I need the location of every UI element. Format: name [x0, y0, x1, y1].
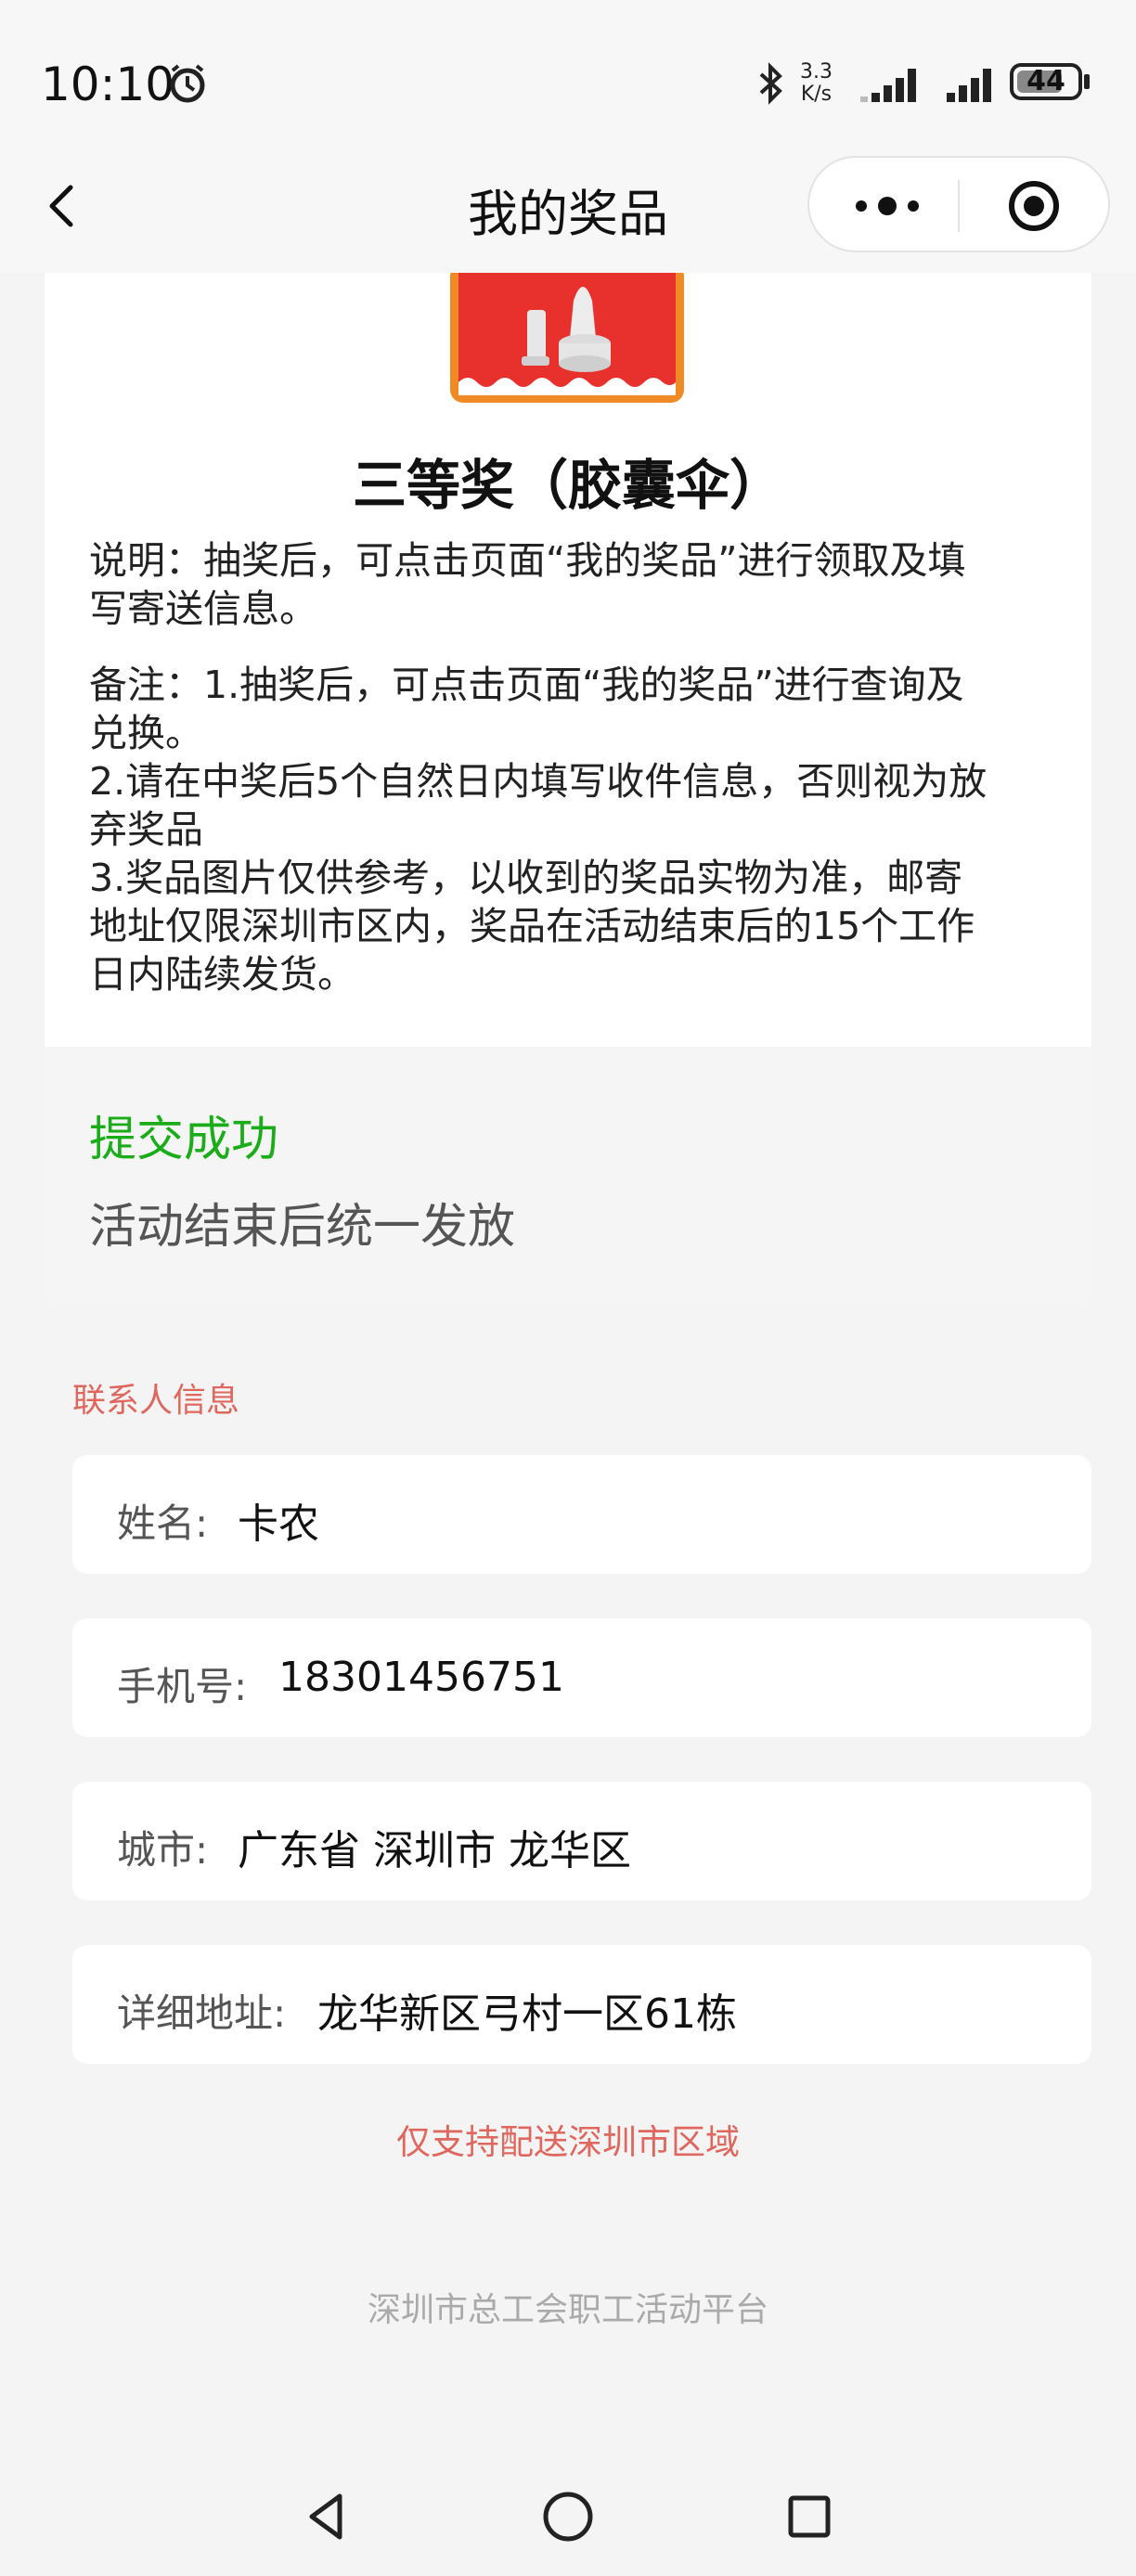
signal-icon [860, 69, 916, 102]
mini-program-capsule [807, 156, 1110, 252]
battery-level: 44 [1026, 65, 1065, 97]
field-label: 姓名: [117, 1501, 209, 1546]
remark-line: 兑换。 [89, 711, 203, 755]
target-circle-icon[interactable] [1006, 178, 1062, 234]
recents-square-icon[interactable] [781, 2489, 837, 2544]
footer-text: 深圳市总工会职工活动平台 [367, 2291, 768, 2329]
submission-status: 提交成功 [89, 1113, 279, 1167]
prize-title: 三等奖（胶囊伞） [352, 454, 783, 517]
back-triangle-icon[interactable] [299, 2489, 355, 2544]
signal-icon [947, 69, 991, 102]
name-field[interactable]: 姓名: 卡农 [72, 1455, 1091, 1574]
field-label: 手机号: [117, 1664, 248, 1709]
delivery-note: 仅支持配送深圳市区域 [396, 2122, 740, 2162]
submission-note: 活动结束后统一发放 [89, 1200, 516, 1255]
phone-field[interactable]: 手机号: 18301456751 [72, 1618, 1091, 1737]
remark-line: 日内陆续发货。 [89, 952, 355, 997]
field-label: 详细地址: [117, 1990, 287, 2036]
umbrella-prize-icon [450, 273, 684, 403]
address-field[interactable]: 详细地址: 龙华新区弓村一区61栋 [72, 1945, 1091, 2064]
submission-status-box [45, 1047, 1091, 1310]
remark-line: 备注：1.抽奖后，可点击页面“我的奖品”进行查询及 [89, 663, 964, 707]
contact-section-label: 联系人信息 [72, 1382, 240, 1420]
description-line: 写寄送信息。 [89, 586, 317, 631]
net-speed-value: 3.3 [800, 60, 833, 84]
net-speed-unit: K/s [800, 83, 833, 106]
prize-description: 说明：抽奖后，可点击页面“我的奖品”进行领取及填 写寄送信息。 [89, 536, 1045, 633]
alarm-icon [170, 64, 205, 103]
remark-line: 地址仅限深圳市区内，奖品在活动结束后的15个工作 [89, 904, 975, 948]
field-value: 龙华新区弓村一区61栋 [317, 1990, 737, 2038]
bluetooth-icon [759, 62, 782, 105]
field-value: 卡农 [238, 1501, 319, 1548]
description-line: 说明：抽奖后，可点击页面“我的奖品”进行领取及填 [89, 538, 966, 583]
home-circle-icon[interactable] [540, 2489, 596, 2544]
remark-line: 弃奖品 [89, 807, 203, 852]
more-dots-icon[interactable] [854, 189, 921, 223]
remark-line: 3.奖品图片仅供参考，以收到的奖品实物为准，邮寄 [89, 856, 963, 900]
remark-line: 2.请在中奖后5个自然日内填写收件信息，否则视为放 [89, 759, 988, 804]
net-speed: 3.3 K/s [800, 61, 833, 106]
battery-icon: 44 [1010, 63, 1082, 100]
status-time: 10:10 [41, 58, 175, 111]
field-value: 广东省 深圳市 龙华区 [238, 1827, 631, 1874]
status-bar: 10:10 3.3 K/s 44 [0, 0, 1136, 158]
prize-remark: 备注：1.抽奖后，可点击页面“我的奖品”进行查询及 兑换。 2.请在中奖后5个自… [89, 661, 1045, 998]
city-field[interactable]: 城市: 广东省 深圳市 龙华区 [72, 1782, 1091, 1900]
field-label: 城市: [117, 1827, 209, 1873]
field-value: 18301456751 [278, 1654, 564, 1701]
